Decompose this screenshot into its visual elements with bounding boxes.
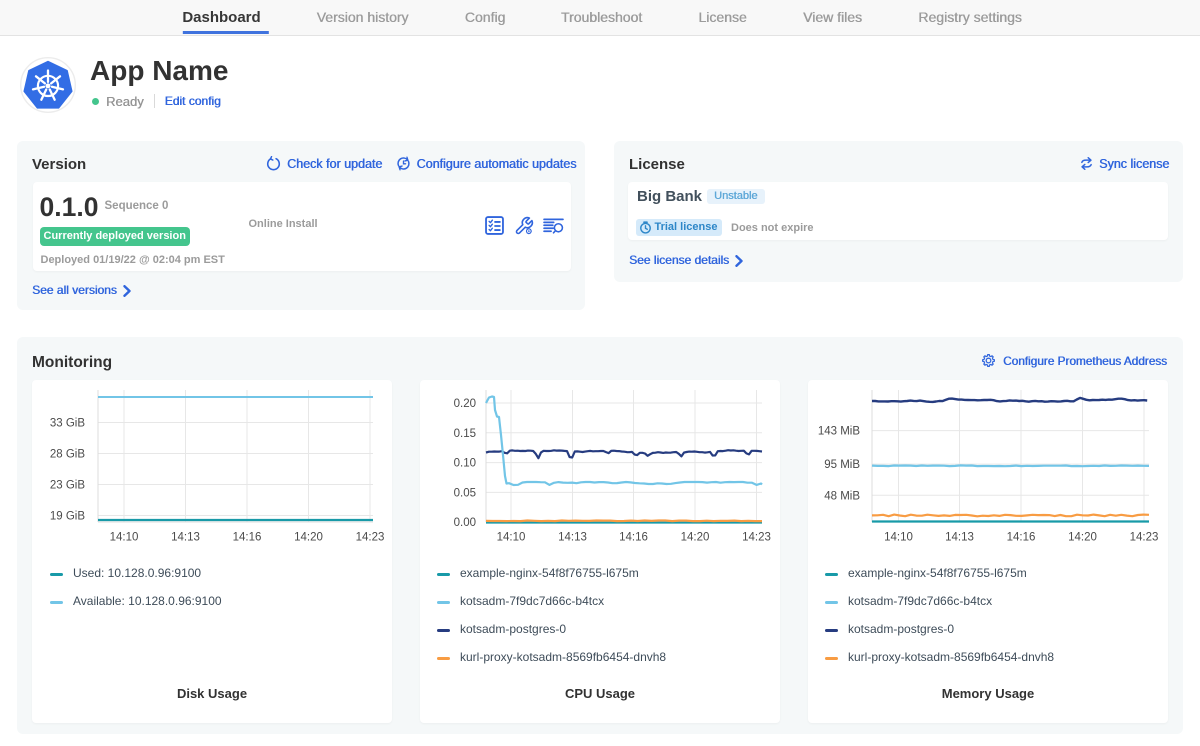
svg-text:14:20: 14:20	[1068, 532, 1097, 544]
svg-text:14:10: 14:10	[110, 532, 139, 544]
svg-text:48 MiB: 48 MiB	[824, 490, 860, 502]
svg-text:14:16: 14:16	[233, 532, 262, 544]
svg-text:14:23: 14:23	[742, 532, 771, 544]
svg-text:14:20: 14:20	[681, 532, 710, 544]
svg-text:95 MiB: 95 MiB	[824, 459, 860, 471]
svg-text:14:23: 14:23	[356, 532, 385, 544]
svg-text:33 GiB: 33 GiB	[50, 418, 85, 430]
svg-text:14:16: 14:16	[619, 532, 648, 544]
svg-text:0.20: 0.20	[454, 398, 476, 410]
svg-text:14:20: 14:20	[294, 532, 323, 544]
svg-text:14:10: 14:10	[497, 532, 526, 544]
svg-text:14:10: 14:10	[884, 532, 913, 544]
svg-text:14:16: 14:16	[1007, 532, 1036, 544]
svg-text:0.15: 0.15	[454, 428, 476, 440]
svg-text:14:13: 14:13	[171, 532, 200, 544]
svg-text:19 GiB: 19 GiB	[50, 511, 85, 523]
svg-text:143 MiB: 143 MiB	[818, 426, 861, 438]
svg-text:0.00: 0.00	[454, 517, 476, 529]
svg-text:0.05: 0.05	[454, 487, 476, 499]
svg-text:0.10: 0.10	[454, 458, 476, 470]
svg-text:23 GiB: 23 GiB	[50, 480, 85, 492]
svg-text:28 GiB: 28 GiB	[50, 449, 85, 461]
svg-text:14:13: 14:13	[558, 532, 587, 544]
svg-text:14:13: 14:13	[945, 532, 974, 544]
svg-text:14:23: 14:23	[1130, 532, 1159, 544]
